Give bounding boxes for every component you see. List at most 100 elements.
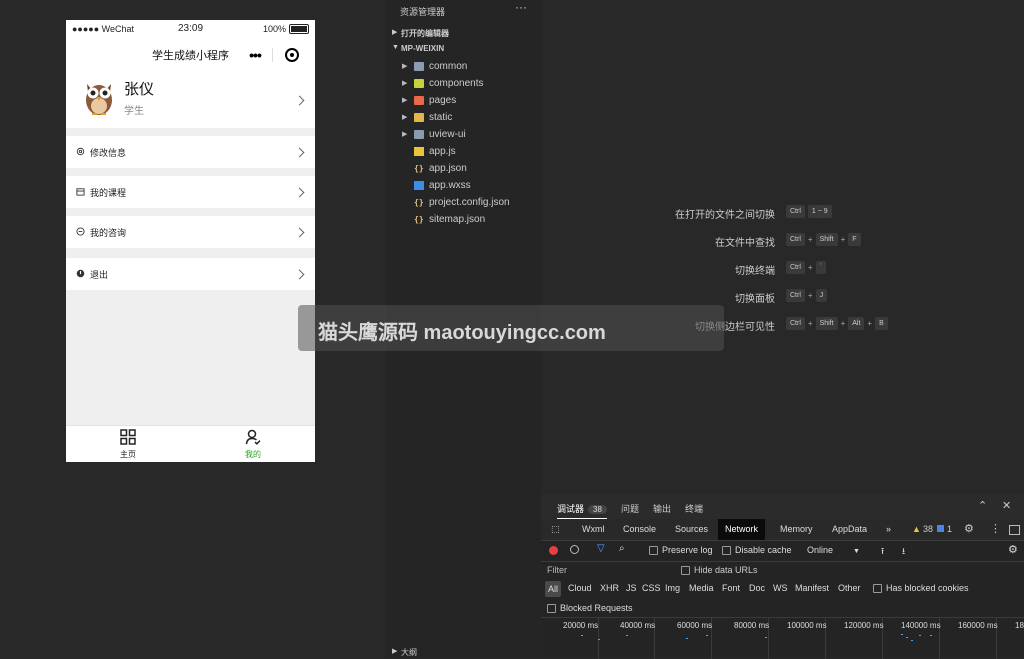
type-img[interactable]: Img — [665, 583, 680, 593]
profile-name: 张仪 — [124, 81, 155, 98]
tab-sources[interactable]: Sources — [668, 519, 715, 540]
inspect-icon[interactable]: ⬚ — [544, 519, 567, 540]
filter-icon[interactable]: ▽ — [597, 543, 605, 554]
tab-wxml[interactable]: Wxml — [575, 519, 612, 540]
tab-output[interactable]: 输出 — [653, 502, 671, 515]
type-all[interactable]: All — [545, 581, 562, 597]
disable-cache-checkbox[interactable]: Disable cache — [722, 545, 792, 556]
shortcut-desc: 在文件中查找 — [715, 238, 775, 249]
checkbox-box — [873, 584, 882, 594]
tree-folder-static[interactable]: ▶ static — [386, 110, 541, 127]
settings-icon — [76, 147, 85, 156]
hide-data-urls-checkbox[interactable]: Hide data URLs — [681, 565, 758, 576]
ellipsis-icon[interactable]: ••• — [238, 47, 272, 63]
tab-home[interactable]: 主页 — [66, 429, 190, 460]
warning-icon[interactable]: ▲ — [912, 524, 921, 534]
menu-item-logout[interactable]: 退出 — [66, 258, 315, 290]
tree-folder-common[interactable]: ▶ common — [386, 59, 541, 76]
file-name: app.wxss — [429, 180, 471, 191]
tree-file-sitemap[interactable]: {} sitemap.json — [386, 212, 541, 229]
menu-item-my-courses[interactable]: 我的课程 — [66, 176, 315, 208]
close-icon[interactable]: ✕ — [1002, 499, 1011, 512]
json-file-icon: {} — [414, 164, 424, 173]
more-tabs-icon[interactable]: » — [879, 519, 898, 540]
file-name: project.config.json — [429, 197, 510, 208]
type-css[interactable]: CSS — [642, 583, 661, 593]
menu-item-my-consult[interactable]: 我的咨询 — [66, 216, 315, 248]
tree-file-app-js[interactable]: app.js — [386, 144, 541, 161]
filter-input[interactable]: Filter — [547, 565, 567, 575]
type-font[interactable]: Font — [722, 583, 740, 593]
tree-file-project-config[interactable]: {} project.config.json — [386, 195, 541, 212]
dock-icon[interactable] — [1009, 525, 1020, 535]
tree-file-app-json[interactable]: {} app.json — [386, 161, 541, 178]
search-icon[interactable]: ⌕ — [619, 543, 625, 554]
download-icon[interactable]: ⭳ — [902, 544, 905, 560]
tab-appdata[interactable]: AppData — [825, 519, 874, 540]
editor-welcome: 在打开的文件之间切换 Ctrl 1 ~ 9 在文件中查找 Ctrl + Shift… — [541, 0, 1024, 494]
record-icon[interactable] — [549, 546, 558, 555]
tab-terminal[interactable]: 终端 — [685, 502, 703, 515]
kebab-menu-icon[interactable]: ⋮ — [990, 522, 1001, 535]
checkbox-box — [681, 566, 690, 576]
watermark-text: 猫头鹰源码 maotouyingcc.com — [318, 322, 606, 344]
file-name: static — [429, 112, 453, 123]
checkbox-label: Disable cache — [735, 545, 792, 555]
file-name: sitemap.json — [429, 214, 486, 225]
checkbox-label: Preserve log — [662, 545, 713, 555]
tab-label: 我的 — [245, 450, 261, 459]
open-editors-section[interactable]: ▶ 打开的编辑器 — [386, 25, 541, 41]
resource-type-filters: All Cloud XHR JS CSS Img Media Font Doc … — [541, 579, 1024, 599]
tab-mine[interactable]: 我的 — [191, 429, 315, 460]
upload-icon[interactable]: ⭱ — [881, 544, 884, 560]
type-cloud[interactable]: Cloud — [568, 583, 592, 593]
tree-folder-uview-ui[interactable]: ▶ uview-ui — [386, 127, 541, 144]
shortcut-desc: 切换终端 — [735, 266, 775, 277]
type-doc[interactable]: Doc — [749, 583, 765, 593]
tab-console[interactable]: Console — [616, 519, 663, 540]
throttle-select[interactable]: Online ▼ — [807, 545, 860, 555]
tab-network[interactable]: Network — [718, 519, 766, 540]
type-js[interactable]: JS — [626, 583, 637, 593]
tree-folder-pages[interactable]: ▶ pages — [386, 93, 541, 110]
checkbox-label: Has blocked cookies — [886, 583, 969, 593]
type-media[interactable]: Media — [689, 583, 714, 593]
tab-memory[interactable]: Memory — [773, 519, 820, 540]
tick-label: 160000 ms — [958, 621, 998, 630]
count-badge: 38 — [588, 505, 607, 514]
profile-card[interactable]: 张仪 学生 — [66, 72, 315, 128]
chevron-up-icon[interactable]: ⌃ — [978, 499, 987, 512]
project-section[interactable]: ▼ MP-WEIXIN — [386, 41, 541, 57]
clear-icon[interactable] — [570, 545, 579, 554]
section-label: 打开的编辑器 — [401, 29, 449, 38]
tree-file-app-wxss[interactable]: app.wxss — [386, 178, 541, 195]
preserve-log-checkbox[interactable]: Preserve log — [649, 545, 713, 556]
navigation-bar: 学生成绩小程序 ••• — [66, 38, 315, 72]
request-mark — [930, 635, 932, 636]
outline-section[interactable]: ▶ 大纲 — [386, 646, 541, 658]
chevron-right-icon: ▶ — [402, 63, 408, 70]
menu-item-edit-info[interactable]: 修改信息 — [66, 136, 315, 168]
has-blocked-cookies-checkbox[interactable]: Has blocked cookies — [873, 583, 969, 594]
gear-icon[interactable]: ⚙ — [1008, 543, 1018, 556]
shortcut-find-in-files: 在文件中查找 Ctrl + Shift + F — [541, 233, 1024, 249]
menu-item-label: 我的课程 — [90, 188, 127, 198]
info-count: 1 — [947, 524, 953, 534]
type-xhr[interactable]: XHR — [600, 583, 619, 593]
type-ws[interactable]: WS — [773, 583, 788, 593]
request-mark — [686, 638, 688, 639]
key: Ctrl — [786, 317, 805, 330]
type-manifest[interactable]: Manifest — [795, 583, 829, 593]
info-icon[interactable] — [937, 525, 944, 532]
folder-icon — [414, 130, 424, 139]
gear-icon[interactable]: ⚙ — [964, 522, 974, 535]
key: 1 ~ 9 — [807, 205, 832, 218]
type-other[interactable]: Other — [838, 583, 861, 593]
tab-issues[interactable]: 问题 — [621, 502, 639, 515]
grid-icon — [120, 429, 136, 445]
tree-folder-components[interactable]: ▶ components — [386, 76, 541, 93]
tab-debugger[interactable]: 调试器 38 — [557, 502, 607, 519]
blocked-requests-checkbox[interactable]: Blocked Requests — [547, 603, 633, 614]
target-icon[interactable] — [285, 48, 299, 62]
more-icon[interactable]: ··· — [515, 0, 527, 14]
